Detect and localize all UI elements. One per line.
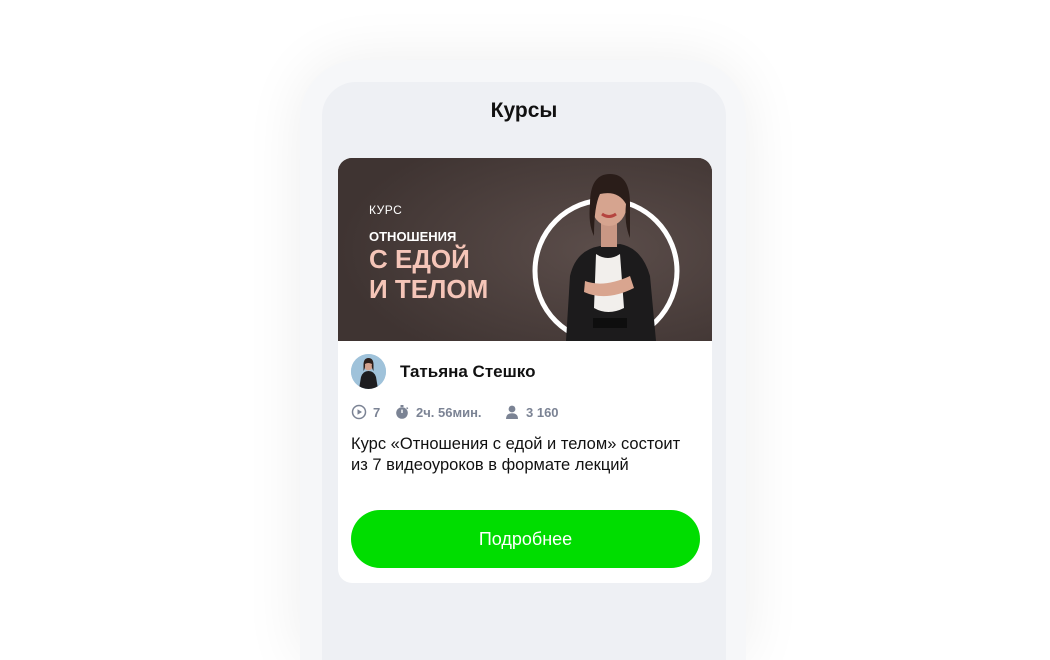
phone-screen: Курсы КУРС ОТНОШЕНИЯ С ЕДОЙ И ТЕЛОМ Тать… [322, 82, 726, 660]
stat-duration: 2ч. 56мин. [394, 403, 482, 421]
course-stats: 7 2ч. 56мин. 3 160 [351, 403, 701, 421]
stat-lessons-value: 7 [373, 404, 381, 420]
stat-lessons: 7 [351, 403, 380, 421]
banner-title-line-3: И ТЕЛОМ [369, 274, 489, 304]
author-name[interactable]: Татьяна Стешко [400, 362, 535, 382]
stat-students: 3 160 [504, 403, 559, 421]
play-circle-icon [351, 404, 367, 420]
more-button[interactable]: Подробнее [351, 510, 700, 568]
course-card[interactable]: КУРС ОТНОШЕНИЯ С ЕДОЙ И ТЕЛОМ Татьяна Ст… [338, 158, 712, 583]
banner-title-line-2: С ЕДОЙ [369, 244, 470, 274]
person-icon [506, 405, 518, 419]
course-description: Курс «Отношения с едой и телом» состоит … [351, 435, 681, 474]
page-title: Курсы [490, 99, 558, 122]
stat-students-value: 3 160 [526, 404, 559, 420]
author-avatar[interactable] [351, 354, 386, 389]
banner-title-line-1: ОТНОШЕНИЯ [369, 229, 457, 244]
stopwatch-icon [396, 405, 409, 419]
banner-kicker: КУРС [369, 203, 403, 217]
course-banner[interactable]: КУРС ОТНОШЕНИЯ С ЕДОЙ И ТЕЛОМ [338, 158, 712, 341]
stat-duration-value: 2ч. 56мин. [416, 404, 482, 420]
phone-frame: Курсы КУРС ОТНОШЕНИЯ С ЕДОЙ И ТЕЛОМ Тать… [300, 60, 746, 660]
